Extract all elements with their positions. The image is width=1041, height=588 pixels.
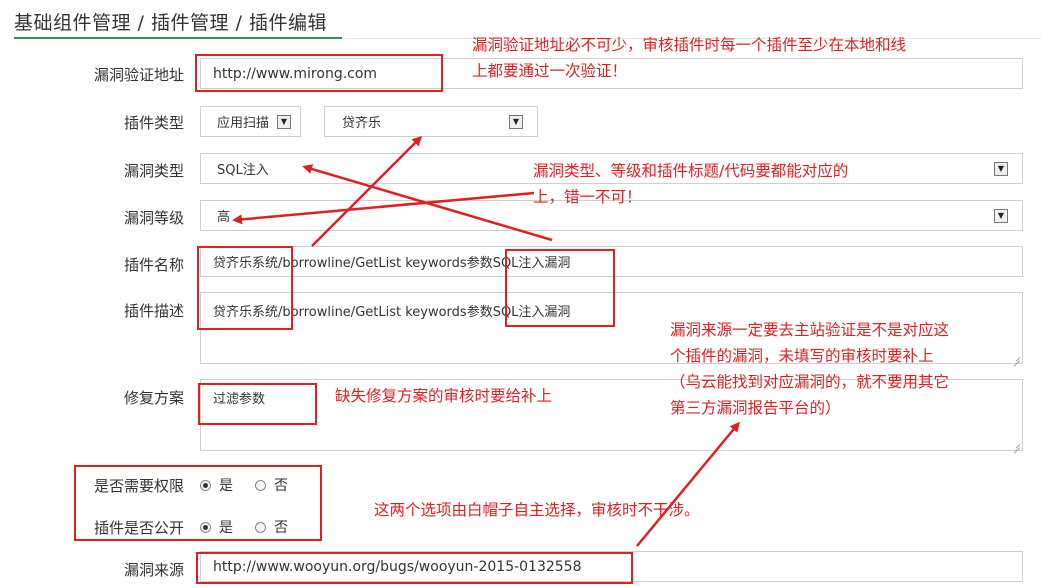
- annotation-source-line-1: 漏洞来源一定要去主站验证是不是对应这: [670, 321, 950, 339]
- annotation-source-line-4: 第三方漏洞报告平台的）: [670, 399, 841, 417]
- annotation-fix: 缺失修复方案的审核时要给补上: [335, 387, 553, 405]
- annotation-source-line-3: （乌云能找到对应漏洞的，就不要用其它: [670, 373, 950, 391]
- arrow-app-select: [311, 135, 423, 247]
- annotation-verify-url: 漏洞验证地址必不可少，审核插件时每一个插件至少在本地和线 上都要通过一次验证！: [472, 32, 906, 84]
- annotation-source: 漏洞来源一定要去主站验证是不是对应这 个插件的漏洞，未填写的审核时要补上 （乌云…: [670, 317, 949, 421]
- annotation-verify-line-2: 上都要通过一次验证！: [472, 62, 628, 80]
- annotation-vuln-type: 漏洞类型、等级和插件标题/代码要都能对应的 上，错一不可！: [533, 158, 848, 210]
- annotation-type-line-1: 漏洞类型、等级和插件标题/代码要都能对应的: [533, 162, 849, 180]
- annotation-type-line-2: 上，错一不可！: [533, 188, 642, 206]
- annotation-source-line-2: 个插件的漏洞，未填写的审核时要补上: [670, 347, 934, 365]
- annotation-options: 这两个选项由白帽子自主选择，审核时不干涉。: [374, 501, 700, 519]
- arrow-source: [636, 421, 740, 547]
- arrow-vuln-level: [232, 191, 535, 225]
- annotation-verify-line-1: 漏洞验证地址必不可少，审核插件时每一个插件至少在本地和线: [472, 36, 907, 54]
